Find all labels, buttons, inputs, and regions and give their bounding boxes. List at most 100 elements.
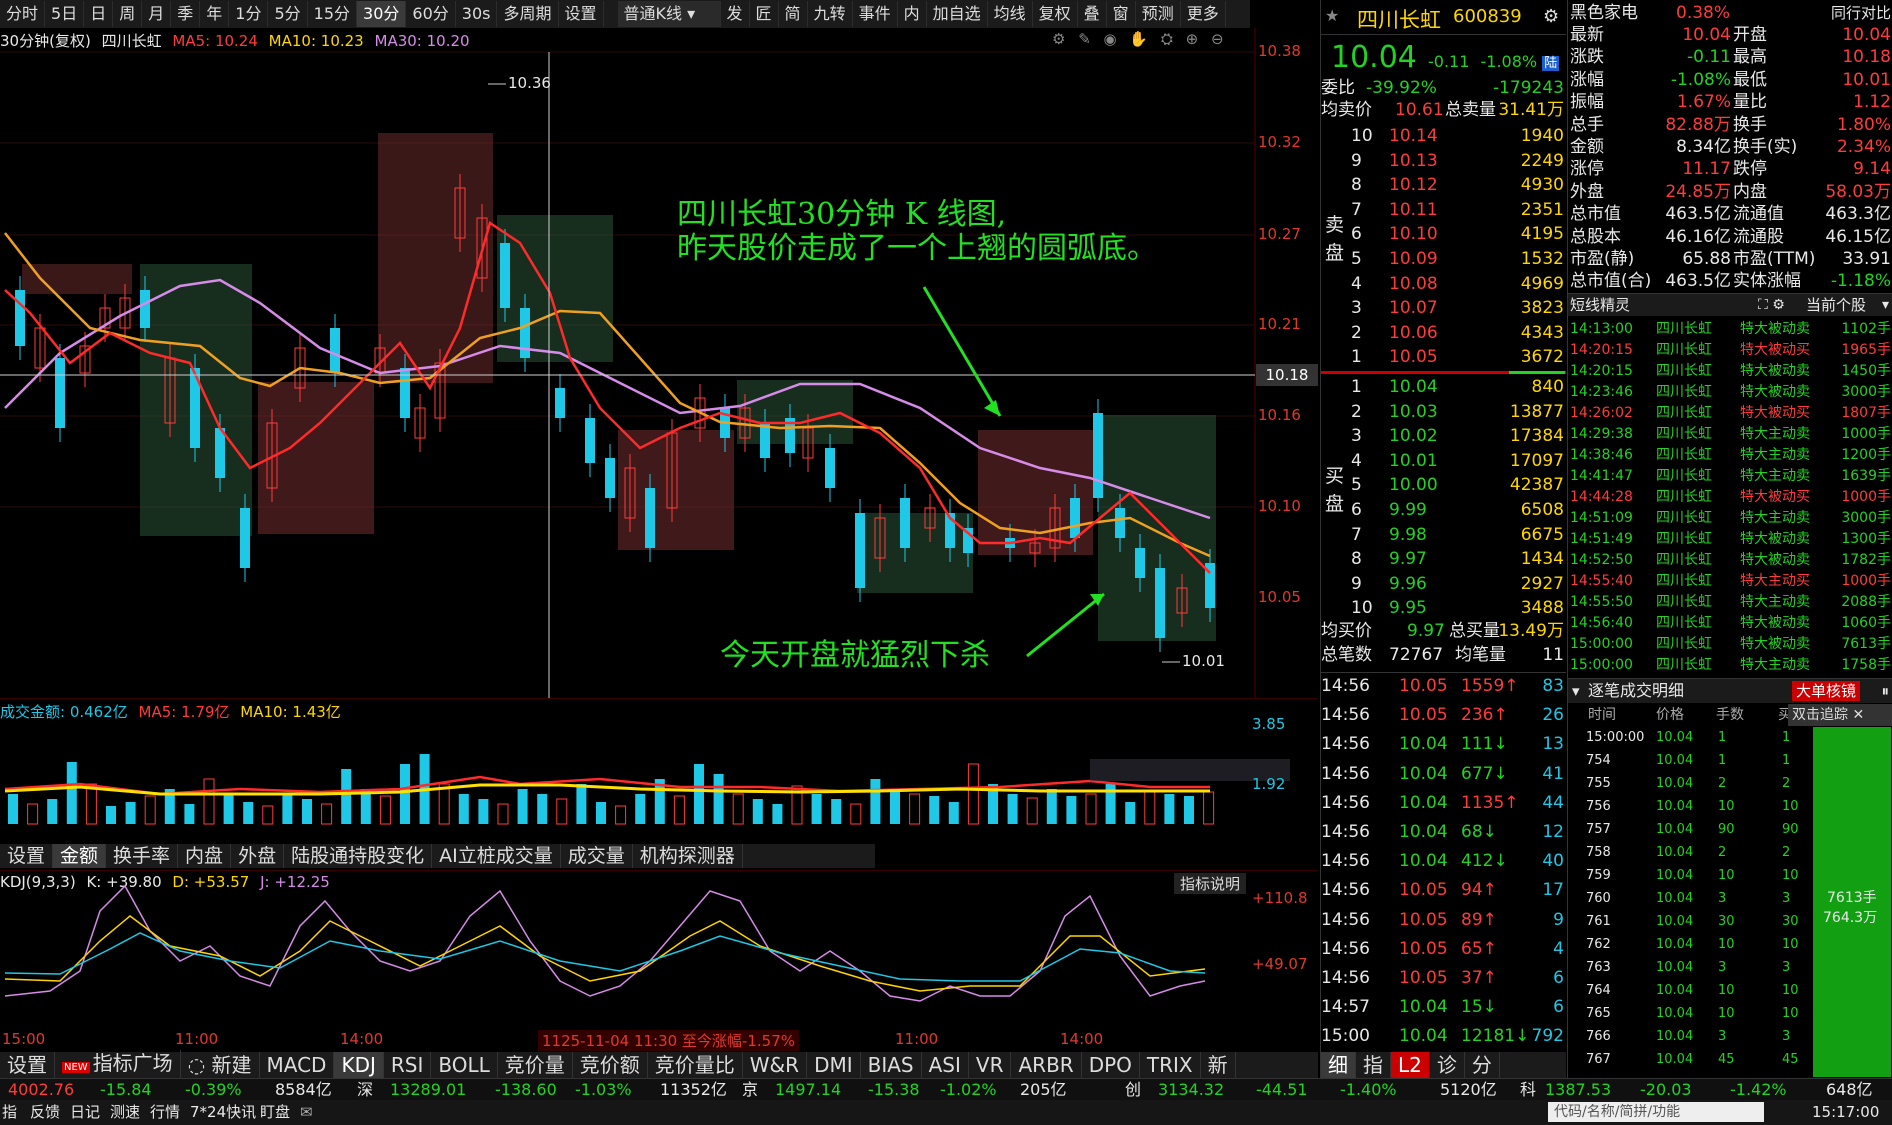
bottom-item-watch[interactable]: 盯盘 — [260, 1100, 290, 1125]
short-line-row[interactable]: 14:52:50 四川长虹 特大被动卖 1782手 — [1568, 549, 1892, 571]
kline-chart-area[interactable]: 30分钟(复权) 四川长虹 MA5: 10.24 MA10: 10.23 MA3… — [0, 28, 1318, 698]
bottom-item-index[interactable]: 指 — [2, 1100, 17, 1125]
toolbar-btn-event[interactable]: 事件 — [853, 1, 898, 27]
toolbar-item-5min[interactable]: 5分 — [268, 1, 308, 27]
message-icon[interactable]: ✉ — [300, 1100, 313, 1125]
indicator-tab-boll[interactable]: BOLL — [431, 1052, 498, 1078]
quote-tab-split[interactable]: 分 — [1465, 1052, 1500, 1078]
indicator-tab-auction-amt[interactable]: 竞价额 — [573, 1052, 648, 1078]
indicator-tab-auction-ratio[interactable]: 竞价量比 — [648, 1052, 743, 1078]
indicator-tab-settings[interactable]: 设置 — [0, 1052, 55, 1078]
toolbar-item-multi-period[interactable]: 多周期 — [497, 1, 559, 27]
quote-tab-index[interactable]: 指 — [1356, 1052, 1391, 1078]
volume-tab-hk-connect[interactable]: 陆股通持股变化 — [284, 844, 433, 868]
toolbar-item-30s[interactable]: 30s — [456, 1, 498, 27]
toolbar-btn-nei[interactable]: 内 — [898, 1, 927, 27]
bottom-item-feedback[interactable]: 反馈 — [30, 1100, 60, 1125]
short-line-row[interactable]: 14:41:47 四川长虹 特大主动卖 1639手 — [1568, 465, 1892, 487]
volume-tab-ai[interactable]: AI立桩成交量 — [432, 844, 561, 868]
short-line-row[interactable]: 14:26:02 四川长虹 特大被动买 1807手 — [1568, 402, 1892, 424]
volume-tab-turnover[interactable]: 换手率 — [106, 844, 179, 868]
short-line-row[interactable]: 14:20:15 四川长虹 特大被动买 1965手 — [1568, 339, 1892, 361]
volume-tab-settings[interactable]: 设置 — [0, 844, 54, 868]
big-order-button[interactable]: 大单核镜 — [1792, 681, 1861, 701]
indicator-tab-trix[interactable]: TRIX — [1140, 1052, 1201, 1078]
short-line-row[interactable]: 14:55:50 四川长虹 特大主动卖 2088手 — [1568, 591, 1892, 613]
toolbar-item-month[interactable]: 月 — [142, 1, 172, 27]
toolbar-item-settings[interactable]: 设置 — [559, 1, 604, 27]
bottom-item-news[interactable]: 7*24快讯 — [190, 1100, 256, 1125]
kdj-pane[interactable]: KDJ(9,3,3) K: +39.80 D: +53.57 J: +12.25… — [0, 870, 1318, 1033]
toolbar-item-1min[interactable]: 1分 — [229, 1, 269, 27]
volume-tab-institution[interactable]: 机构探测器 — [633, 844, 743, 868]
toolbar-btn-window[interactable]: 窗 — [1107, 1, 1136, 27]
short-line-row[interactable]: 14:13:00 四川长虹 特大被动卖 1102手 — [1568, 318, 1892, 340]
indicator-tab-arbr[interactable]: ARBR — [1011, 1052, 1082, 1078]
toolbar-btn-overlay[interactable]: 叠 — [1078, 1, 1107, 27]
toolbar-btn-forecast[interactable]: 预测 — [1136, 1, 1181, 27]
short-line-filter[interactable]: 当前个股 — [1806, 294, 1866, 316]
indicator-tab-vr[interactable]: VR — [969, 1052, 1012, 1078]
short-line-row[interactable]: 14:51:09 四川长虹 特大主动卖 3000手 — [1568, 507, 1892, 529]
indicator-tab-dmi[interactable]: DMI — [807, 1052, 861, 1078]
volume-tab-amount[interactable]: 金额 — [53, 844, 107, 868]
sector-name[interactable]: 黑色家电 — [1570, 2, 1638, 24]
indicator-tab-asi[interactable]: ASI — [922, 1052, 969, 1078]
short-line-row[interactable]: 14:23:46 四川长虹 特大被动卖 3000手 — [1568, 381, 1892, 403]
chevron-down-icon[interactable]: ▾ — [1882, 294, 1889, 316]
toolbar-item-15min[interactable]: 15分 — [308, 1, 358, 27]
indicator-tab-square[interactable]: NEW 指标广场 — [55, 1049, 181, 1081]
indicator-tab-rsi[interactable]: RSI — [384, 1052, 432, 1078]
short-line-row[interactable]: 15:00:00 四川长虹 特大被动卖 7613手 — [1568, 633, 1892, 655]
toolbar-btn-more[interactable]: 更多 — [1181, 1, 1226, 27]
volume-pane[interactable]: 成交金额: 0.462亿 MA5: 1.79亿 MA10: 1.43亿 3.85… — [0, 698, 1318, 868]
indicator-tab-bias[interactable]: BIAS — [861, 1052, 922, 1078]
toolbar-btn-jiang[interactable]: 匠 — [750, 1, 779, 27]
pause-icon[interactable]: ⏸ — [1881, 679, 1889, 703]
indicator-tab-new[interactable]: ◌ 新建 — [181, 1052, 260, 1078]
toolbar-item-year[interactable]: 年 — [200, 1, 230, 27]
toolbar-item-week[interactable]: 周 — [113, 1, 143, 27]
toolbar-item-5day[interactable]: 5日 — [45, 1, 85, 27]
indicator-tab-more[interactable]: 新 — [1201, 1052, 1236, 1078]
toolbar-btn-fa[interactable]: 发 — [721, 1, 750, 27]
indicator-tab-auction-vol[interactable]: 竞价量 — [498, 1052, 573, 1078]
bottom-item-quotes[interactable]: 行情 — [150, 1100, 180, 1125]
volume-tab-volume[interactable]: 成交量 — [561, 844, 633, 868]
quote-tab-detail[interactable]: 细 — [1321, 1052, 1356, 1078]
toolbar-item-quarter[interactable]: 季 — [171, 1, 201, 27]
quote-tab-l2[interactable]: L2 — [1391, 1052, 1430, 1078]
toolbar-btn-jiuzhuan[interactable]: 九转 — [808, 1, 853, 27]
volume-tab-inner[interactable]: 内盘 — [178, 844, 232, 868]
indicator-tab-dpo[interactable]: DPO — [1082, 1052, 1140, 1078]
gear-icon[interactable]: ⚙ — [1543, 6, 1559, 27]
toolbar-item-60min[interactable]: 60分 — [406, 1, 456, 27]
bottom-item-diary[interactable]: 日记 — [70, 1100, 100, 1125]
kline-mode-select[interactable]: 普通K线 ▾ — [617, 1, 721, 27]
search-input[interactable]: 代码/名称/简拼/功能 — [1548, 1102, 1764, 1122]
toolbar-btn-ma[interactable]: 均线 — [988, 1, 1033, 27]
peer-compare-link[interactable]: 同行对比 — [1831, 2, 1891, 24]
short-line-row[interactable]: 14:29:38 四川长虹 特大主动卖 1000手 — [1568, 423, 1892, 445]
toolbar-btn-add-watch[interactable]: 加自选 — [927, 1, 988, 27]
toolbar-btn-jian[interactable]: 简 — [779, 1, 808, 27]
indicator-tab-wr[interactable]: W&R — [743, 1052, 808, 1078]
short-line-row[interactable]: 14:56:40 四川长虹 特大被动卖 1060手 — [1568, 612, 1892, 634]
short-line-row[interactable]: 14:51:49 四川长虹 特大被动卖 1300手 — [1568, 528, 1892, 550]
filter-icon[interactable]: ⛶ ⚙ — [1758, 294, 1785, 316]
volume-tab-outer[interactable]: 外盘 — [231, 844, 285, 868]
short-line-row[interactable]: 15:00:00 四川长虹 特大主动卖 1758手 — [1568, 654, 1892, 676]
bottom-item-speedtest[interactable]: 测速 — [110, 1100, 140, 1125]
star-icon[interactable]: ★ — [1325, 6, 1339, 25]
short-line-row[interactable]: 14:20:15 四川长虹 特大被动卖 1450手 — [1568, 360, 1892, 382]
indicator-tab-macd[interactable]: MACD — [260, 1052, 335, 1078]
toolbar-item-day[interactable]: 日 — [84, 1, 114, 27]
collapse-icon[interactable]: ▾ — [1572, 679, 1580, 703]
short-line-row[interactable]: 14:44:28 四川长虹 特大被动买 1000手 — [1568, 486, 1892, 508]
short-line-row[interactable]: 14:38:46 四川长虹 特大主动卖 1200手 — [1568, 444, 1892, 466]
quote-tab-diagnose[interactable]: 诊 — [1430, 1052, 1465, 1078]
trace-popup[interactable]: 双击追踪 ✕ — [1788, 704, 1892, 726]
indicator-tab-kdj[interactable]: KDJ — [334, 1052, 384, 1078]
short-line-row[interactable]: 14:55:40 四川长虹 特大主动买 1000手 — [1568, 570, 1892, 592]
toolbar-btn-adjust[interactable]: 复权 — [1033, 1, 1078, 27]
